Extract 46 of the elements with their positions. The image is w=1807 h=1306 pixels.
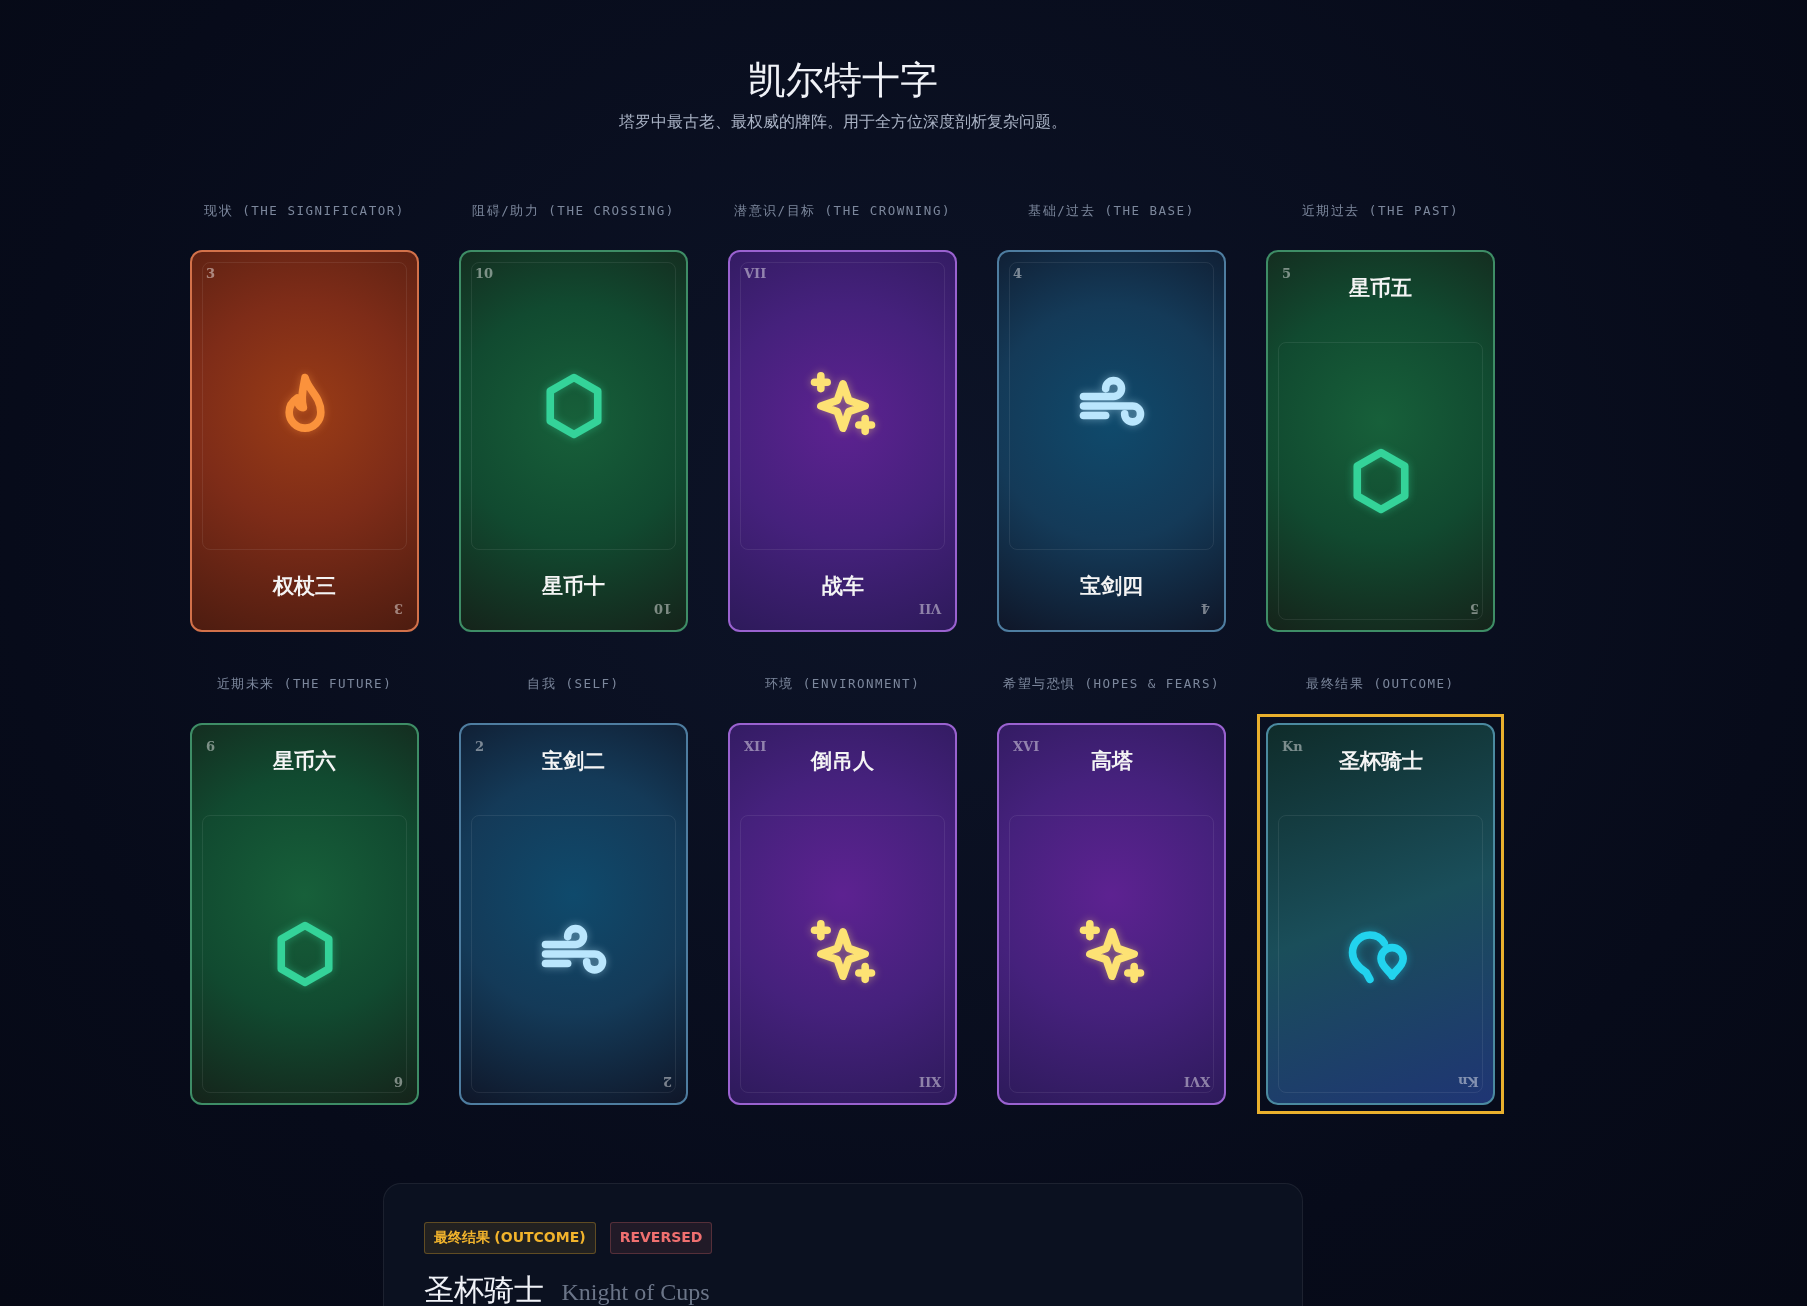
card-number: XVI [1013,739,1040,754]
card-number: 10 [653,601,672,616]
card-name: 星币六 [273,747,336,775]
orientation-badge: REVERSED [609,1222,713,1254]
position-label: 近期过去 (THE PAST) [1301,202,1460,220]
card-number: VII [744,266,767,281]
card-number: 5 [1282,266,1292,281]
position-label: 近期未来 (THE FUTURE) [216,675,393,693]
card-number: Kn [1282,739,1303,754]
position-label: 现状 (THE SIGNIFICATOR) [204,202,405,220]
position-label: 潜意识/目标 (THE CROWNING) [734,202,951,220]
card-number: 2 [475,739,485,754]
card-number: 3 [393,601,403,616]
card-number: VII [918,601,941,616]
card-number: 5 [1469,601,1479,616]
card-number: XVI [1183,1074,1210,1089]
position-label: 希望与恐惧 (HOPES & FEARS) [1003,675,1220,693]
card-english-name: Knight of Cups [561,1279,710,1306]
card-number: 4 [1200,601,1210,616]
card-name: 宝剑四 [1080,572,1143,600]
card-name: 宝剑二 [542,747,605,775]
card-number: 6 [393,1074,403,1089]
position-badge: 最终结果 (OUTCOME) [423,1222,596,1254]
card-number: XII [918,1074,941,1089]
card-name: 圣杯骑士 [1338,747,1423,775]
position-label: 环境 (ENVIRONMENT) [764,675,921,693]
page-subtitle: 塔罗中最古老、最权威的牌阵。用于全方位深度剖析复杂问题。 [618,112,1067,133]
position-label: 阻碍/助力 (THE CROSSING) [472,202,675,220]
page-title: 凯尔特十字 [747,57,938,104]
position-label: 自我 (SELF) [527,675,620,693]
card-name: 高塔 [1090,747,1133,775]
card-name: 星币五 [1349,274,1412,302]
card-number: 10 [475,266,494,281]
card-name: 星币十 [542,572,605,600]
card-name: 权杖三 [273,572,336,600]
card-number: XII [744,739,767,754]
position-label: 最终结果 (OUTCOME) [1306,675,1455,693]
position-label: 基础/过去 (THE BASE) [1028,202,1195,220]
card-title: 圣杯骑士 [423,1271,544,1306]
card-number: Kn [1458,1074,1479,1089]
card-name: 倒吊人 [811,747,874,775]
card-number: 2 [662,1074,672,1089]
card-number: 3 [206,266,216,281]
card-name: 战车 [821,572,864,600]
card-number: 4 [1013,266,1023,281]
card-number: 6 [206,739,216,754]
